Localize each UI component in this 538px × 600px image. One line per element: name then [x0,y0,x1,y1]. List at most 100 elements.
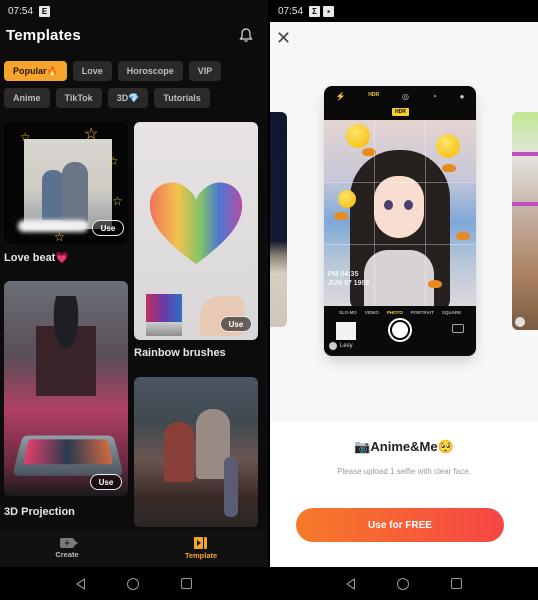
use-for-free-button[interactable]: Use for FREE [296,508,504,542]
nav-template[interactable]: Template [134,530,268,567]
eye-shape [384,200,393,210]
person-image [62,162,88,222]
date-overlay-time: PM 04:35 [328,271,359,278]
timer-icon: ◔ [431,92,437,101]
butterfly-sticker [428,280,442,288]
hdr-badge: HDR [392,108,409,116]
emoji-sticker [338,190,356,208]
emoji-sticker [346,124,370,148]
use-button[interactable]: Use [90,474,122,490]
chip-row: Popular🔥 Love Horoscope VIP [4,61,264,81]
app-notification-icon: Σ [309,5,321,17]
template-card-rainbow-brushes[interactable]: Use [134,122,258,340]
hdr-label: HDR [368,92,380,98]
use-button[interactable]: Use [92,220,124,236]
anime-portrait-image: PM 04:35 JUN 07 1992 [324,120,476,306]
chip-row: Anime TikTok 3D💎 Tutorials [4,88,264,108]
chip-tutorials[interactable]: Tutorials [154,88,210,108]
paint-brush-image [146,294,182,336]
video-plus-icon: + [60,538,78,548]
image-notification-icon: ▪ [323,5,335,17]
nav-create[interactable]: + Create [0,530,134,567]
filter-icon: ● [459,92,465,101]
flash-off-icon: ⚡ [335,92,346,101]
chip-3d[interactable]: 3D💎 [107,88,149,108]
template-preview: ⚡ HDR ◎ ◔ ● HDR PM 04:35 JUN 07 1992 SLO… [324,86,476,356]
status-time: 07:54 [278,5,304,17]
star-icon: ☆ [84,126,99,143]
person-image [164,422,194,482]
template-card-3d-projection[interactable]: Use [4,281,128,496]
author-avatar [515,317,525,327]
chip-popular[interactable]: Popular🔥 [4,61,67,81]
chip-tiktok[interactable]: TikTok [55,88,102,108]
live-icon: ◎ [402,92,410,101]
author-avatar [329,342,337,350]
template-info-sheet: 📷Anime&Me🥺 Please upload 1 selfie with c… [270,421,538,567]
template-title: 3D Projection [4,506,75,518]
chip-horoscope[interactable]: Horoscope [117,61,183,81]
home-icon[interactable] [397,577,409,590]
star-icon: ☆ [108,154,119,168]
bell-icon[interactable] [238,27,254,43]
template-detail-screen: 07:54 Σ ▪ 🔕 ▼ ◢ 95% ✕ ⚡ HDR ◎ ◔ [270,0,538,600]
eye-shape [404,200,413,210]
grid-line [324,244,476,245]
face-shape [374,176,424,238]
next-template-preview[interactable] [512,112,538,330]
butterfly-sticker [456,232,470,240]
use-button[interactable]: Use [220,316,252,332]
camera-flip-icon [452,324,464,333]
status-bar: 07:54 Σ ▪ 🔕 ▼ ◢ 95% [270,0,538,22]
person-image [224,457,238,517]
recents-icon[interactable] [181,578,192,589]
screenshot-root: 07:54 E 🔕 ▼ ◢ 95% Templates Popular🔥 Lov… [0,0,538,600]
close-icon[interactable]: ✕ [276,29,292,47]
back-icon[interactable] [346,577,355,590]
mode-label: SLO-MO [338,310,357,315]
page-title: Templates [6,26,81,44]
nav-label: Create [55,550,79,559]
bottom-navigation: + Create Template [0,530,268,567]
category-chips: Popular🔥 Love Horoscope VIP Anime TikTok… [4,61,264,115]
shutter-icon [388,318,412,342]
stripe-decoration [512,152,538,156]
template-title: Love beat💗 [4,252,70,264]
template-name: 📷Anime&Me🥺 [354,439,454,454]
recents-icon[interactable] [451,578,462,589]
mode-label: SQUARE [441,310,462,315]
person-image [36,296,96,396]
stripe-decoration [512,202,538,206]
template-card-love-beat[interactable]: ☆ ☆ ☆ ☆ ☆ Use [4,122,128,244]
previous-template-preview[interactable] [270,112,287,327]
chip-love[interactable]: Love [72,61,112,81]
template-icon [194,537,208,549]
butterfly-sticker [334,212,348,220]
upload-instruction: Please upload 1 selfie with clear face. [337,467,471,476]
mode-label: PORTRAIT [410,310,434,315]
chip-vip[interactable]: VIP [188,61,222,81]
star-icon: ☆ [54,230,65,244]
grid-line [324,182,476,183]
chip-anime[interactable]: Anime [4,88,50,108]
author: Lesy [329,342,353,350]
system-navigation-bar [270,567,538,600]
status-time: 07:54 [8,5,34,17]
app-notification-icon: E [39,5,51,17]
back-icon[interactable] [76,577,85,590]
mode-label: VIDEO [364,310,379,315]
person-image [42,170,64,220]
gallery-thumbnail [336,322,356,340]
template-title: Rainbow brushes [134,347,226,359]
author-name: Lesy [340,343,353,349]
templates-screen: 07:54 E 🔕 ▼ ◢ 95% Templates Popular🔥 Lov… [0,0,268,600]
camera-controls: SLO-MO VIDEO PHOTO PORTRAIT SQUARE Lesy [324,306,476,356]
template-card-friends[interactable] [134,377,258,527]
camera-modes: SLO-MO VIDEO PHOTO PORTRAIT SQUARE [324,306,476,315]
home-icon[interactable] [127,577,139,590]
cloud-decoration [18,220,88,232]
grid-line [374,120,375,306]
star-icon: ☆ [20,130,31,144]
rainbow-heart-image [149,182,243,264]
date-overlay: PM 04:35 JUN 07 1992 [328,270,369,288]
